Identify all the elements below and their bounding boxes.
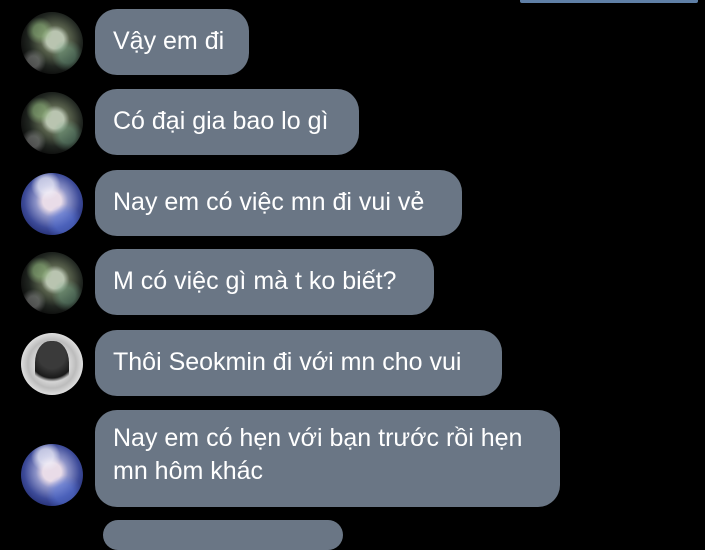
message-text: M có việc gì mà t ko biết?	[113, 267, 397, 295]
message-text: Vậy em đi	[113, 27, 225, 55]
message-bubble-partial[interactable]	[103, 520, 343, 550]
message-bubble[interactable]: Vậy em đi	[95, 9, 249, 75]
avatar-icon[interactable]	[21, 173, 83, 235]
message-text: Nay em có hẹn với bạn trước rồi hẹn mn h…	[113, 424, 523, 485]
message-row: Có đại gia bao lo gì	[0, 89, 705, 155]
message-bubble[interactable]: M có việc gì mà t ko biết?	[95, 249, 434, 315]
message-row: Nay em có hẹn với bạn trước rồi hẹn mn h…	[0, 410, 705, 507]
avatar-icon[interactable]	[21, 92, 83, 154]
message-row: M có việc gì mà t ko biết?	[0, 249, 705, 315]
message-row: Thôi Seokmin đi với mn cho vui	[0, 330, 705, 396]
message-text: Thôi Seokmin đi với mn cho vui	[113, 348, 462, 376]
top-accent-bar	[520, 0, 698, 3]
avatar-icon[interactable]	[21, 252, 83, 314]
message-text: Nay em có việc mn đi vui vẻ	[113, 188, 425, 216]
avatar-icon[interactable]	[21, 333, 83, 395]
message-bubble[interactable]: Nay em có hẹn với bạn trước rồi hẹn mn h…	[95, 410, 560, 507]
avatar-icon[interactable]	[21, 12, 83, 74]
message-text: Có đại gia bao lo gì	[113, 107, 329, 135]
avatar-icon[interactable]	[21, 444, 83, 506]
message-bubble[interactable]: Có đại gia bao lo gì	[95, 89, 359, 155]
message-row: Vậy em đi	[0, 9, 705, 75]
message-row: Nay em có việc mn đi vui vẻ	[0, 170, 705, 236]
message-bubble[interactable]: Nay em có việc mn đi vui vẻ	[95, 170, 462, 236]
message-bubble[interactable]: Thôi Seokmin đi với mn cho vui	[95, 330, 502, 396]
